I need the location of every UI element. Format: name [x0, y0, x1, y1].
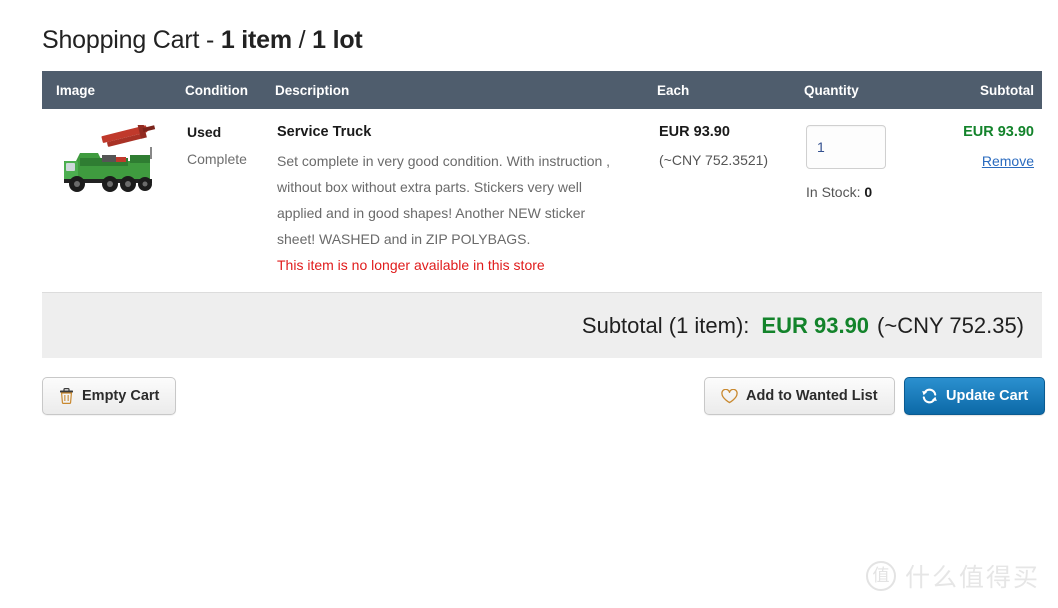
- row-subtotal-price: EUR 93.90: [963, 124, 1034, 140]
- product-description: Set complete in very good condition. Wit…: [277, 152, 611, 247]
- cell-image: [42, 109, 185, 297]
- remove-item-link[interactable]: Remove: [982, 153, 1034, 169]
- empty-cart-label: Empty Cart: [82, 388, 160, 404]
- page-title: Shopping Cart - 1 item / 1 lot: [42, 26, 363, 55]
- cell-each-price: EUR 93.90 (~CNY 752.3521): [657, 109, 804, 297]
- each-price-converted: (~CNY 752.3521): [659, 151, 769, 168]
- trash-icon: [60, 388, 73, 404]
- add-to-wanted-list-button[interactable]: Add to Wanted List: [704, 377, 895, 415]
- cart-table-body: Used Complete Service Truck Set complete…: [42, 109, 1042, 297]
- availability-warning: This item is no longer available in this…: [277, 256, 545, 273]
- update-cart-label: Update Cart: [946, 388, 1029, 404]
- each-price: EUR 93.90: [659, 124, 730, 140]
- column-header-subtotal: Subtotal: [949, 71, 1042, 109]
- page-title-item-count: 1 item: [220, 26, 292, 54]
- column-header-quantity: Quantity: [804, 71, 949, 109]
- cart-table-header: Image Condition Description Each Quantit…: [42, 71, 1042, 109]
- product-title[interactable]: Service Truck: [277, 125, 656, 140]
- subtotal-amount: EUR 93.90: [761, 312, 870, 338]
- watermark-logo-icon: 值: [865, 561, 896, 591]
- heart-icon: [721, 388, 738, 403]
- column-header-each: Each: [657, 71, 804, 109]
- condition-value: Used: [187, 124, 222, 140]
- cart-table-header-row: Image Condition Description Each Quantit…: [42, 71, 1042, 109]
- site-watermark: 值 什么值得买: [865, 558, 1040, 594]
- column-header-image: Image: [42, 71, 185, 109]
- page-title-separator: /: [291, 26, 313, 54]
- add-to-wanted-list-label: Add to Wanted List: [746, 388, 878, 404]
- stock-label: In Stock:: [806, 184, 865, 200]
- stock-count: 0: [864, 184, 873, 200]
- shopping-cart-page: Shopping Cart - 1 item / 1 lot Image Con…: [0, 0, 1058, 608]
- cell-quantity: In Stock: 0: [804, 109, 949, 297]
- column-header-condition: Condition: [185, 71, 275, 109]
- page-title-prefix: Shopping Cart -: [42, 26, 221, 54]
- stock-status: In Stock: 0: [806, 185, 948, 199]
- subtotal-label: Subtotal (1 item):: [581, 312, 750, 338]
- cart-subtotal-bar: Subtotal (1 item): EUR 93.90 (~CNY 752.3…: [42, 292, 1042, 358]
- quantity-input[interactable]: [806, 125, 886, 169]
- refresh-icon: [922, 388, 937, 404]
- update-cart-button[interactable]: Update Cart: [904, 377, 1046, 415]
- completeness-value: Complete: [187, 151, 247, 167]
- cart-table: Image Condition Description Each Quantit…: [42, 71, 1042, 297]
- cell-row-subtotal: EUR 93.90 Remove: [949, 109, 1042, 297]
- page-title-lot-count: 1 lot: [312, 26, 363, 54]
- cell-description: Service Truck Set complete in very good …: [275, 109, 657, 297]
- watermark-text: 什么值得买: [904, 563, 1040, 592]
- empty-cart-button[interactable]: Empty Cart: [42, 377, 177, 415]
- table-row: Used Complete Service Truck Set complete…: [42, 109, 1042, 297]
- product-thumbnail[interactable]: [50, 125, 170, 201]
- column-header-description: Description: [275, 71, 657, 109]
- cell-condition: Used Complete: [185, 109, 275, 297]
- lego-service-truck-icon: [64, 125, 156, 192]
- subtotal-amount-converted: (~CNY 752.35): [877, 312, 1024, 338]
